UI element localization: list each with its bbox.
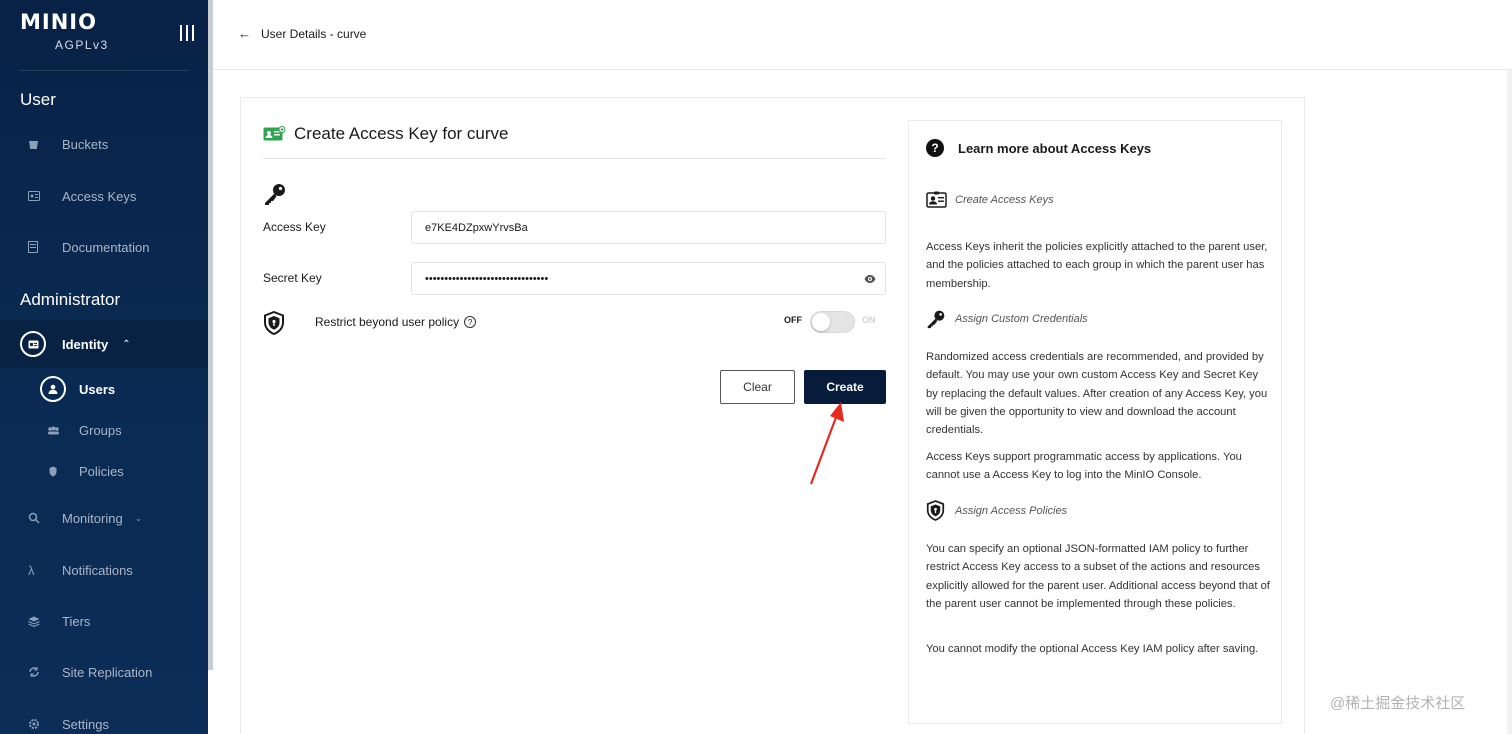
key-icon [926,309,948,329]
sidebar-item-label: Site Replication [62,664,153,680]
group-icon [40,426,66,435]
help-paragraph: Randomized access credentials are recomm… [926,351,1268,437]
admin-section-title: Administrator [20,290,121,309]
back-link-label: User Details - curve [261,26,367,41]
help-paragraph: Access Keys inherit the policies explici… [926,241,1268,290]
eye-icon[interactable] [864,273,876,285]
chevron-up-icon[interactable]: ⌃ [122,339,130,350]
lambda-icon: λ [28,562,35,578]
collapse-menu-button[interactable] [180,25,194,41]
sidebar-item-notifications[interactable]: λ Notifications [20,554,190,586]
sidebar-item-settings[interactable]: Settings [20,708,190,734]
key-icon [263,182,287,211]
sidebar-item-label: Tiers [62,613,91,629]
sidebar-item-label: Groups [79,422,122,438]
shield-icon [263,310,285,340]
restrict-policy-toggle[interactable] [810,311,855,333]
bucket-icon [20,139,48,150]
form-title-text: Create Access Key for curve [294,124,509,143]
help-heading-text: Assign Access Policies [955,504,1068,517]
access-key-label: Access Key [263,220,326,234]
back-link[interactable]: ← User Details - curve [238,26,366,41]
sidebar-item-monitoring[interactable]: Monitoring ⌄ [20,502,190,534]
help-paragraph: You cannot modify the optional Access Ke… [926,643,1259,655]
sidebar-item-documentation[interactable]: Documentation [20,231,190,263]
arrow-left-icon: ← [238,26,251,41]
help-icon[interactable]: ? [464,316,477,328]
sidebar-item-buckets[interactable]: Buckets [20,128,190,160]
license-label: AGPLv3 [55,38,109,52]
sidebar-item-identity[interactable]: Identity ⌃ [20,328,200,360]
question-icon: ? [926,139,944,157]
help-heading-text: Create Access Keys [955,193,1054,206]
sidebar-item-policies[interactable]: Policies [40,456,124,486]
top-bar [213,0,1512,70]
help-heading-text: Assign Custom Credentials [955,313,1088,325]
sidebar-item-site-replication[interactable]: Site Replication [20,656,190,688]
document-icon [20,241,48,253]
minio-logo: MINIO [20,10,97,34]
sidebar-item-label: Notifications [62,562,133,578]
help-heading-policies: Assign Access Policies [926,500,1067,521]
replication-icon [20,666,48,678]
secret-key-label: Secret Key [263,271,322,285]
sidebar-item-label: Documentation [62,239,150,255]
help-title-text: Learn more about Access Keys [958,140,1152,156]
sidebar-item-label: Settings [62,716,109,732]
sidebar-item-label: Policies [79,463,124,479]
user-icon [40,376,66,402]
help-paragraph: Access Keys support programmatic access … [926,451,1242,482]
toggle-off-label: OFF [784,315,802,325]
key-card-icon [20,191,48,201]
restrict-policy-label: Restrict beyond user policy [315,315,460,329]
toggle-knob [812,313,830,331]
help-heading-create: Create Access Keys [926,191,1054,208]
toggle-on-label: ON [862,315,876,325]
sidebar-divider [20,70,188,71]
chevron-down-icon[interactable]: ⌄ [135,513,143,524]
restrict-policy-row: Restrict beyond user policy ? [315,315,477,329]
sidebar-item-users[interactable]: Users [40,374,115,404]
clear-button[interactable]: Clear [720,370,795,404]
help-heading-custom: Assign Custom Credentials [926,309,1088,329]
gear-icon [20,718,48,730]
watermark: @稀土掘金技术社区 [1330,695,1466,712]
title-divider [263,158,886,159]
sidebar-item-label: Buckets [62,136,109,152]
help-paragraph: You can specify an optional JSON-formatt… [926,543,1270,610]
id-card-icon [926,191,948,208]
sidebar-item-tiers[interactable]: Tiers [20,605,190,637]
user-section-title: User [20,90,56,109]
identity-icon [20,331,46,357]
sidebar-scrollbar[interactable] [208,0,213,670]
sidebar-item-label: Users [79,381,116,397]
annotation-arrow [800,398,850,493]
page-scrollbar[interactable] [1507,70,1512,734]
secret-key-value: •••••••••••••••••••••••••••••••• [425,272,549,285]
sidebar-item-access-keys[interactable]: Access Keys [20,180,190,212]
monitoring-icon [20,512,48,524]
access-key-input[interactable]: e7KE4DZpxwYrvsBa [411,211,886,244]
shield-icon [926,500,948,521]
tiers-icon [20,616,48,627]
sidebar-item-label: Monitoring [62,510,123,526]
secret-key-input[interactable]: •••••••••••••••••••••••••••••••• [411,262,886,295]
sidebar-item-groups[interactable]: Groups [40,415,122,445]
policy-icon [40,466,66,477]
help-title: ? Learn more about Access Keys [926,139,1151,157]
sidebar: MINIO AGPLv3 User Buckets Access Keys Do… [0,0,208,734]
sidebar-item-label: Access Keys [62,188,137,204]
access-key-card-icon [263,126,286,142]
form-title: Create Access Key for curve [263,124,508,144]
sidebar-item-label: Identity [62,336,109,352]
